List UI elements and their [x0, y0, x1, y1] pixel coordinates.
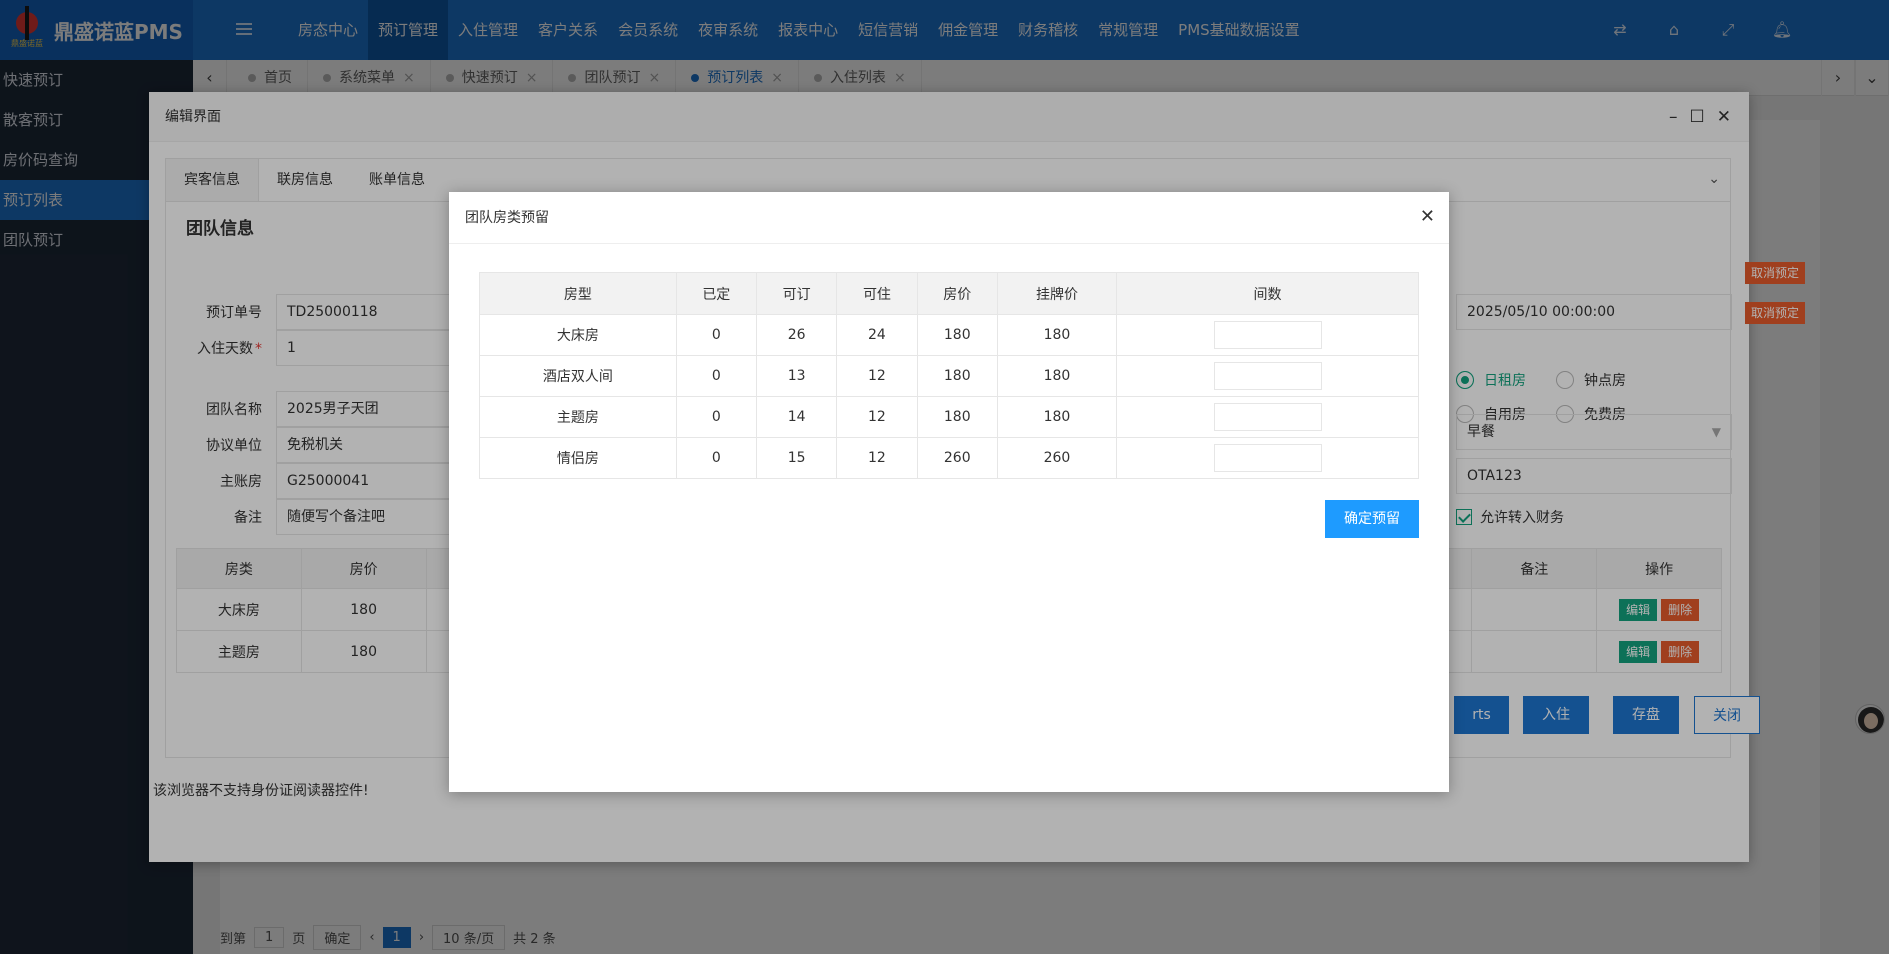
table-cell: 180: [996, 396, 1118, 438]
close-icon[interactable]: ✕: [1420, 206, 1435, 227]
table-cell: 0: [675, 437, 757, 479]
table-cell: 15: [755, 437, 838, 479]
table-cell: 0: [675, 396, 757, 438]
table-cell: 180: [916, 355, 998, 397]
table-cell: 12: [836, 437, 918, 479]
table-cell: 13: [755, 355, 838, 397]
table-cell: 酒店双人间: [479, 355, 677, 397]
column-header: 房型: [479, 272, 677, 315]
column-header: 可住: [836, 272, 918, 315]
table-row: 大床房 0 26 24 180 180: [479, 314, 1419, 356]
table-cell: 0: [675, 314, 757, 356]
table-cell: 24: [836, 314, 918, 356]
column-header: 房价: [916, 272, 998, 315]
table-cell: 260: [996, 437, 1118, 479]
column-header: 已定: [675, 272, 757, 315]
table-cell: 12: [836, 355, 918, 397]
group-room-reserve-dialog: 团队房类预留 ✕ 房型 已定 可订 可住 房价 挂牌价 间数 大床房 0 26 24 180 180 酒…: [449, 192, 1449, 792]
table-cell: 180: [996, 314, 1118, 356]
column-header: 间数: [1116, 272, 1419, 315]
table-row: 酒店双人间 0 13 12 180 180: [479, 355, 1419, 397]
room-count-cell: [1116, 437, 1419, 479]
table-cell: 180: [916, 396, 998, 438]
table-cell: 180: [996, 355, 1118, 397]
table-cell: 180: [916, 314, 998, 356]
room-count-cell: [1116, 314, 1419, 356]
group-dialog-title: 团队房类预留: [449, 192, 1449, 244]
table-cell: 情侣房: [479, 437, 677, 479]
column-header: 可订: [755, 272, 838, 315]
table-row: 情侣房 0 15 12 260 260: [479, 437, 1419, 479]
table-cell: 0: [675, 355, 757, 397]
table-cell: 大床房: [479, 314, 677, 356]
room-reserve-table: 房型 已定 可订 可住 房价 挂牌价 间数 大床房 0 26 24 180 180 酒店双人间 0 13 12…: [479, 272, 1419, 479]
room-count-cell: [1116, 355, 1419, 397]
column-header: 挂牌价: [996, 272, 1118, 315]
room-count-input[interactable]: [1213, 362, 1322, 390]
table-cell: 14: [755, 396, 838, 438]
room-count-input[interactable]: [1213, 403, 1322, 431]
table-row: 主题房 0 14 12 180 180: [479, 396, 1419, 438]
table-cell: 12: [836, 396, 918, 438]
room-count-cell: [1116, 396, 1419, 438]
table-cell: 26: [755, 314, 838, 356]
table-cell: 主题房: [479, 396, 677, 438]
confirm-reserve-button[interactable]: 确定预留: [1325, 500, 1419, 538]
room-count-input[interactable]: [1213, 444, 1322, 472]
room-count-input[interactable]: [1213, 321, 1322, 349]
table-cell: 260: [916, 437, 998, 479]
